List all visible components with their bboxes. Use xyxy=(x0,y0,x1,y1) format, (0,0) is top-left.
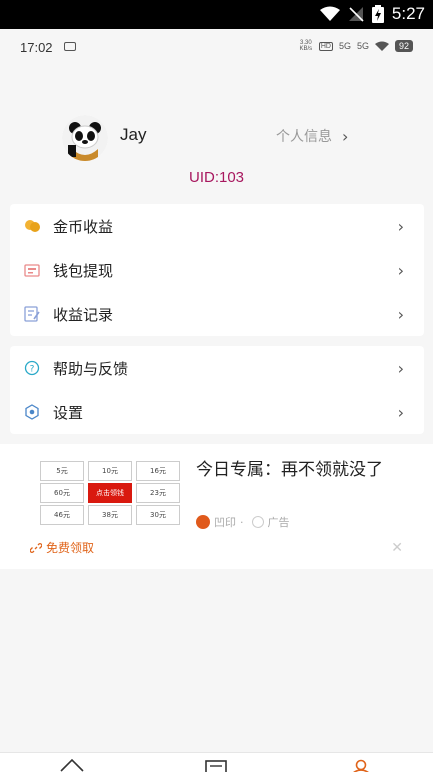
profile-icon[interactable] xyxy=(348,758,374,772)
wallet-icon xyxy=(24,264,40,277)
ad-meta: 凹印 · 广告 xyxy=(196,514,290,530)
list-icon[interactable] xyxy=(203,758,229,772)
ad-grid-cell: 5元 xyxy=(40,461,84,481)
system-status-bar: 5:27 xyxy=(0,0,433,29)
net-speed: 3.30 KB/s xyxy=(299,40,313,52)
ad-tag-icon xyxy=(251,516,264,528)
battery-level: 92 xyxy=(394,40,413,52)
ad-cta-link[interactable]: 免费领取 xyxy=(30,539,94,556)
records-icon xyxy=(24,306,40,322)
panda-avatar-icon xyxy=(62,115,108,161)
menu-item-label: 金币收益 xyxy=(53,217,114,236)
ad-grid-cell: 46元 xyxy=(40,505,84,525)
svg-text:?: ? xyxy=(30,365,35,375)
inner-clock: 17:02 xyxy=(20,40,53,55)
close-icon[interactable]: ✕ xyxy=(391,540,403,556)
inner-status-bar: 17:02 3.30 KB/s HD 5G 5G 92 xyxy=(0,29,433,65)
ad-grid-cell-highlight: 点击领钱 xyxy=(88,483,132,503)
avatar[interactable] xyxy=(62,115,108,161)
sim2-signal: 5G xyxy=(356,41,369,51)
ad-tag: 广告 xyxy=(267,516,290,529)
menu-item-label: 钱包提现 xyxy=(53,261,114,280)
sim1-signal: 5G xyxy=(338,41,351,51)
brand-logo-icon xyxy=(196,515,210,529)
chevron-right-icon: › xyxy=(397,304,404,324)
dot-separator: · xyxy=(240,515,244,529)
menu-item-label: 帮助与反馈 xyxy=(53,359,129,378)
bottom-nav xyxy=(0,752,433,773)
settings-icon xyxy=(25,404,39,420)
app-screen: 17:02 3.30 KB/s HD 5G 5G 92 Jay 个人信息 › U… xyxy=(0,29,433,773)
ad-brand: 凹印 xyxy=(214,516,236,529)
menu-group-earnings: 金币收益 › 钱包提现 › 收益记录 › xyxy=(10,204,424,336)
menu-item-label: 收益记录 xyxy=(53,305,114,324)
help-icon: ? xyxy=(24,360,40,376)
coins-icon xyxy=(25,220,40,232)
profile-info-link[interactable]: 个人信息 › xyxy=(276,126,348,146)
profile-header: Jay 个人信息 › UID:103 xyxy=(0,89,433,195)
chevron-right-icon: › xyxy=(397,402,404,422)
system-clock: 5:27 xyxy=(391,4,425,23)
ad-cta-label: 免费领取 xyxy=(46,541,95,555)
ad-grid-cell: 10元 xyxy=(88,461,132,481)
chevron-right-icon: › xyxy=(342,126,349,146)
menu-item-wallet-withdraw[interactable]: 钱包提现 › xyxy=(10,248,424,292)
chevron-right-icon: › xyxy=(397,358,404,378)
battery-charging-icon xyxy=(371,5,384,23)
ad-banner[interactable]: 5元 10元 16元 60元 点击领钱 23元 46元 38元 30元 今日专属… xyxy=(0,444,433,569)
ad-grid-cell: 23元 xyxy=(136,483,180,503)
link-icon xyxy=(30,542,42,553)
menu-item-label: 设置 xyxy=(53,403,84,422)
ad-image: 5元 10元 16元 60元 点击领钱 23元 46元 38元 30元 xyxy=(40,461,180,525)
user-id: UID:103 xyxy=(188,169,245,186)
hd-badge: HD xyxy=(318,41,333,51)
menu-item-settings[interactable]: 设置 › xyxy=(10,390,424,434)
inner-wifi-icon xyxy=(374,41,389,51)
ad-grid-cell: 60元 xyxy=(40,483,84,503)
menu-item-coin-earnings[interactable]: 金币收益 › xyxy=(10,204,424,248)
notification-icon xyxy=(64,42,76,51)
menu-item-help-feedback[interactable]: ? 帮助与反馈 › xyxy=(10,346,424,390)
profile-info-label: 个人信息 xyxy=(276,129,332,145)
ad-grid-cell: 30元 xyxy=(136,505,180,525)
ad-grid-cell: 38元 xyxy=(88,505,132,525)
menu-item-earnings-records[interactable]: 收益记录 › xyxy=(10,292,424,336)
chevron-right-icon: › xyxy=(397,260,404,280)
menu-group-support: ? 帮助与反馈 › 设置 › xyxy=(10,346,424,434)
home-icon[interactable] xyxy=(59,758,85,772)
chevron-right-icon: › xyxy=(397,216,404,236)
username: Jay xyxy=(120,125,147,144)
no-signal-icon xyxy=(348,7,364,22)
wifi-icon xyxy=(319,6,340,21)
ad-grid-cell: 16元 xyxy=(136,461,180,481)
ad-title: 今日专属：再不领就没了 xyxy=(196,460,383,480)
